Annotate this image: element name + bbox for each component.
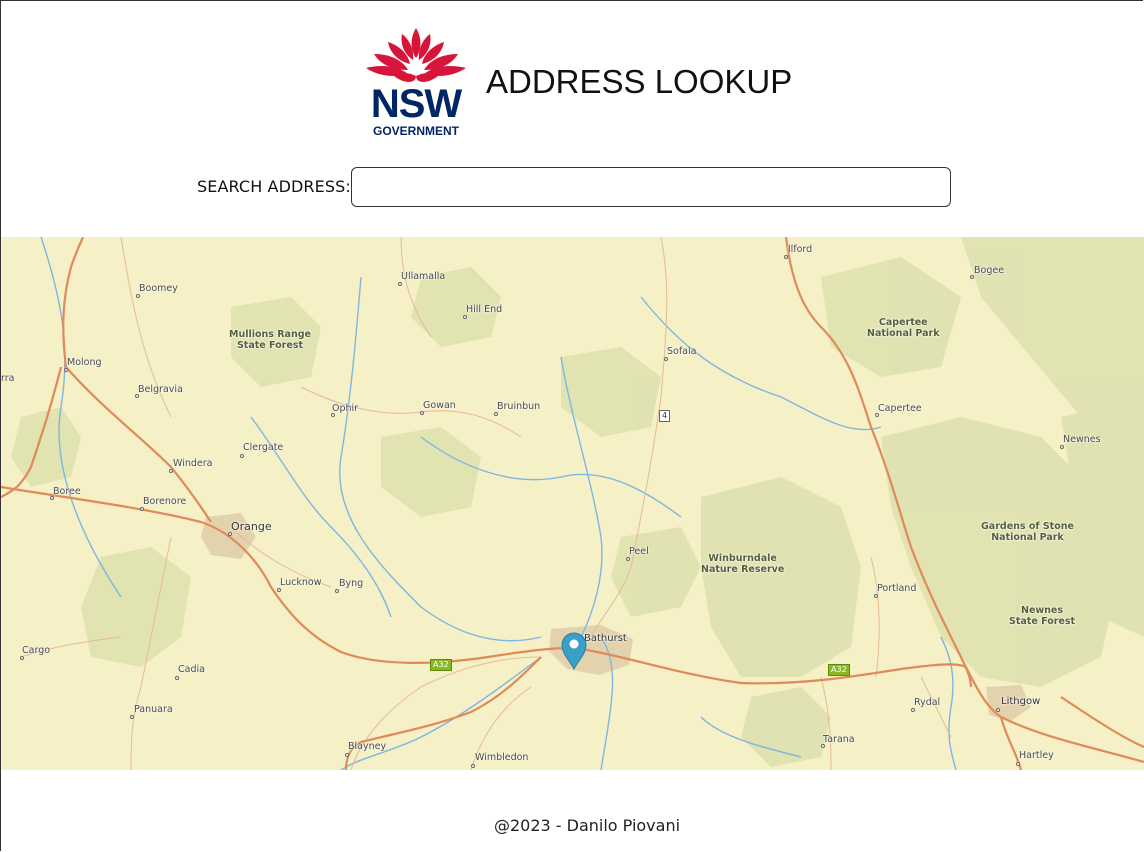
place-label: Gowan xyxy=(423,400,456,411)
town-dot xyxy=(911,708,915,712)
town-dot xyxy=(784,255,788,259)
park-label: Gardens of Stone National Park xyxy=(981,521,1074,543)
place-label: Boomey xyxy=(139,283,178,294)
place-label: Blayney xyxy=(348,741,387,752)
logo-subtext: GOVERNMENT xyxy=(372,124,459,138)
place-label: Hartley xyxy=(1019,750,1054,761)
place-label: Portland xyxy=(877,583,917,594)
place-label: Wimbledon xyxy=(475,752,529,763)
place-label: llford xyxy=(788,244,813,255)
town-dot xyxy=(494,412,498,416)
town-dot xyxy=(20,656,24,660)
town-dot xyxy=(169,469,173,473)
place-label: Capertee xyxy=(878,403,922,414)
search-label: SEARCH ADDRESS: xyxy=(197,177,351,196)
place-label: Tarana xyxy=(823,734,855,745)
place-label: Panuara xyxy=(134,704,173,715)
town-dot xyxy=(463,315,467,319)
place-label: Lucknow xyxy=(280,577,322,588)
road-shield: 4 xyxy=(659,410,671,422)
search-row: SEARCH ADDRESS: xyxy=(196,167,956,207)
place-label: Borenore xyxy=(143,496,187,507)
town-dot xyxy=(64,368,68,372)
place-label: Ophir xyxy=(332,403,359,414)
road-shield: A32 xyxy=(828,664,850,676)
town-dot xyxy=(398,282,402,286)
footer-copyright: @2023 - Danilo Piovani xyxy=(493,816,681,835)
logo-wordmark: NSW xyxy=(370,82,462,126)
town-dot xyxy=(130,715,134,719)
search-input[interactable] xyxy=(351,167,951,207)
place-label: Byng xyxy=(339,578,364,589)
place-label: Hill End xyxy=(466,304,503,315)
town-dot xyxy=(664,357,668,361)
park-label: Newnes State Forest xyxy=(1009,605,1076,627)
place-label: Newnes xyxy=(1063,434,1101,445)
town-dot xyxy=(277,588,281,592)
town-dot xyxy=(335,589,339,593)
waratah-flower-icon xyxy=(366,28,466,82)
place-label: Windera xyxy=(173,458,213,469)
town-dot xyxy=(240,454,244,458)
map-pin-icon xyxy=(561,632,587,670)
place-label: Bogee xyxy=(974,265,1005,276)
park-label: Capertee National Park xyxy=(867,317,940,339)
header: NSW GOVERNMENT ADDRESS LOOKUP xyxy=(364,26,864,140)
place-label: Lithgow xyxy=(1001,696,1041,707)
place-label: Belgravia xyxy=(138,384,183,395)
page-title: ADDRESS LOOKUP xyxy=(486,63,793,100)
place-label: rra xyxy=(1,373,15,384)
place-label: Clergate xyxy=(243,442,284,453)
town-dot xyxy=(175,676,179,680)
place-label: Bathurst xyxy=(584,633,627,644)
nsw-government-logo: NSW GOVERNMENT xyxy=(364,26,468,138)
place-label: Ullamalla xyxy=(401,271,446,282)
place-label: Cargo xyxy=(22,645,51,656)
town-dot xyxy=(874,594,878,598)
place-label: Bruinbun xyxy=(497,401,541,412)
town-dot xyxy=(420,411,424,415)
town-dot xyxy=(140,507,144,511)
town-dot xyxy=(1016,762,1020,766)
park-label: Winburndale Nature Reserve xyxy=(701,553,785,575)
location-marker[interactable] xyxy=(559,630,589,670)
town-dot xyxy=(471,764,475,768)
town-dot xyxy=(1060,445,1064,449)
place-label: Rydal xyxy=(914,697,941,708)
town-dot xyxy=(626,557,630,561)
town-dot xyxy=(136,294,140,298)
park-label: Mullions Range State Forest xyxy=(229,329,311,351)
road-shield: A32 xyxy=(430,659,452,671)
town-dot xyxy=(996,708,1000,712)
place-label: Sofala xyxy=(667,346,697,357)
place-label: Orange xyxy=(231,520,272,533)
place-label: Peel xyxy=(629,546,649,557)
town-dot xyxy=(345,753,349,757)
place-label: Molong xyxy=(67,357,102,368)
place-label: Cadia xyxy=(178,664,205,675)
place-label: Boree xyxy=(53,486,81,497)
map-view[interactable]: Boomey Ullamalla Hill End Bogee llford M… xyxy=(1,237,1144,770)
